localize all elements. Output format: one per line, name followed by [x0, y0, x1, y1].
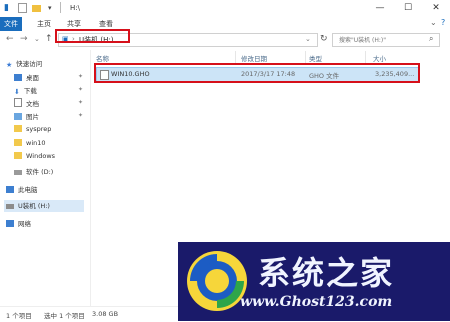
column-header-name[interactable]: 名称 [96, 53, 109, 63]
sidebar-item-label: sysprep [26, 125, 52, 133]
sidebar-item-label: Windows [26, 152, 56, 160]
forward-arrow-icon[interactable]: → [20, 34, 28, 44]
sidebar-item-windows[interactable]: Windows [14, 152, 55, 164]
folder-icon [14, 139, 22, 146]
watermark-title: 系统之家 [258, 254, 395, 292]
sidebar-item-sysprep[interactable]: sysprep [14, 125, 51, 137]
refresh-icon[interactable]: ↻ [320, 34, 328, 44]
column-divider[interactable] [365, 51, 366, 63]
sidebar-item-label: 此电脑 [18, 186, 38, 194]
picture-icon [14, 113, 22, 120]
watermark-url: www.Ghost123.com [240, 294, 393, 310]
column-divider[interactable] [235, 51, 236, 63]
usb-drive-icon [6, 204, 14, 209]
sidebar-item-label: 软件 (D:) [26, 168, 54, 176]
item-count: 1 个项目 [6, 312, 32, 320]
sidebar-item-desktop[interactable]: 桌面 [14, 72, 39, 84]
pin-icon[interactable]: ✦ [78, 86, 83, 93]
drive-icon [14, 170, 22, 175]
sidebar-item-label: 桌面 [26, 74, 39, 82]
download-icon: ⬇ [14, 88, 20, 96]
new-folder-icon[interactable] [32, 5, 41, 12]
sidebar-item-documents[interactable]: 文档 [14, 98, 39, 110]
sidebar-item-label: 图片 [26, 113, 39, 121]
sidebar-item-quick-access[interactable]: ★ 快速访问 [6, 58, 42, 70]
sidebar-item-downloads[interactable]: ⬇ 下载 [14, 85, 37, 97]
window-title: H:\ [70, 4, 80, 12]
sidebar-item-label: 网络 [18, 220, 31, 228]
search-input[interactable]: 搜索"U装机 (H:)" ⌕ [332, 33, 440, 47]
quick-access-dropdown-icon[interactable]: ▾ [48, 4, 58, 14]
search-icon: ⌕ [429, 34, 434, 43]
close-button[interactable]: ✕ [422, 0, 450, 17]
watermark-logo: 系统之家 www.Ghost123.com [178, 242, 450, 321]
network-icon [6, 220, 14, 227]
recent-dropdown-icon[interactable]: ⌄ [34, 35, 40, 43]
column-header-size[interactable]: 大小 [373, 53, 386, 63]
help-icon[interactable]: ? [441, 18, 445, 27]
address-dropdown-icon[interactable]: ⌄ [305, 35, 311, 43]
sidebar-item-this-pc[interactable]: 此电脑 [6, 184, 38, 196]
address-highlight-box [55, 29, 130, 43]
sidebar-item-label: win10 [26, 139, 46, 147]
sidebar-item-label: 下载 [23, 87, 37, 95]
desktop-icon [14, 74, 22, 81]
pin-icon[interactable]: ✦ [78, 73, 83, 80]
expand-ribbon-icon[interactable]: ⌄ [430, 18, 437, 27]
selected-count: 选中 1 个项目 [44, 312, 85, 320]
file-highlight-box [94, 63, 420, 83]
app-icon: ▮ [4, 3, 9, 13]
column-header-date[interactable]: 修改日期 [241, 53, 267, 63]
back-arrow-icon[interactable]: ← [6, 34, 14, 44]
up-arrow-icon[interactable]: ↑ [45, 34, 53, 44]
navigation-pane: ★ 快速访问 桌面 ✦ ⬇ 下载 ✦ 文档 ✦ 图片 ✦ sysprep win10… [0, 50, 91, 306]
tab-file[interactable]: 文件 [0, 17, 22, 31]
search-placeholder: 搜索"U装机 (H:)" [339, 37, 387, 44]
sidebar-item-drive-d[interactable]: 软件 (D:) [14, 166, 53, 178]
sidebar-item-usb-drive[interactable]: U装机 (H:) [4, 200, 84, 212]
sidebar-item-label: U装机 (H:) [18, 202, 50, 210]
column-header-type[interactable]: 类型 [309, 53, 322, 63]
maximize-button[interactable]: ☐ [394, 0, 422, 17]
tab-home[interactable]: 主页 [30, 17, 58, 31]
star-icon: ★ [6, 61, 13, 69]
divider [60, 2, 61, 13]
document-icon [14, 98, 22, 107]
folder-icon [14, 125, 22, 132]
computer-icon [6, 186, 14, 193]
minimize-button[interactable]: — [366, 0, 394, 17]
column-divider[interactable] [305, 51, 306, 63]
sidebar-item-network[interactable]: 网络 [6, 218, 31, 230]
folder-icon [14, 152, 22, 159]
sidebar-item-win10[interactable]: win10 [14, 139, 46, 151]
pin-icon[interactable]: ✦ [78, 99, 83, 106]
sidebar-item-label: 文档 [26, 100, 39, 108]
pin-icon[interactable]: ✦ [78, 112, 83, 119]
sidebar-item-pictures[interactable]: 图片 [14, 111, 39, 123]
sidebar-item-label: 快速访问 [16, 60, 43, 68]
properties-icon[interactable] [18, 3, 27, 13]
selected-size: 3.08 GB [92, 310, 119, 318]
title-bar: ▮ ▾ H:\ — ☐ ✕ [0, 0, 450, 17]
